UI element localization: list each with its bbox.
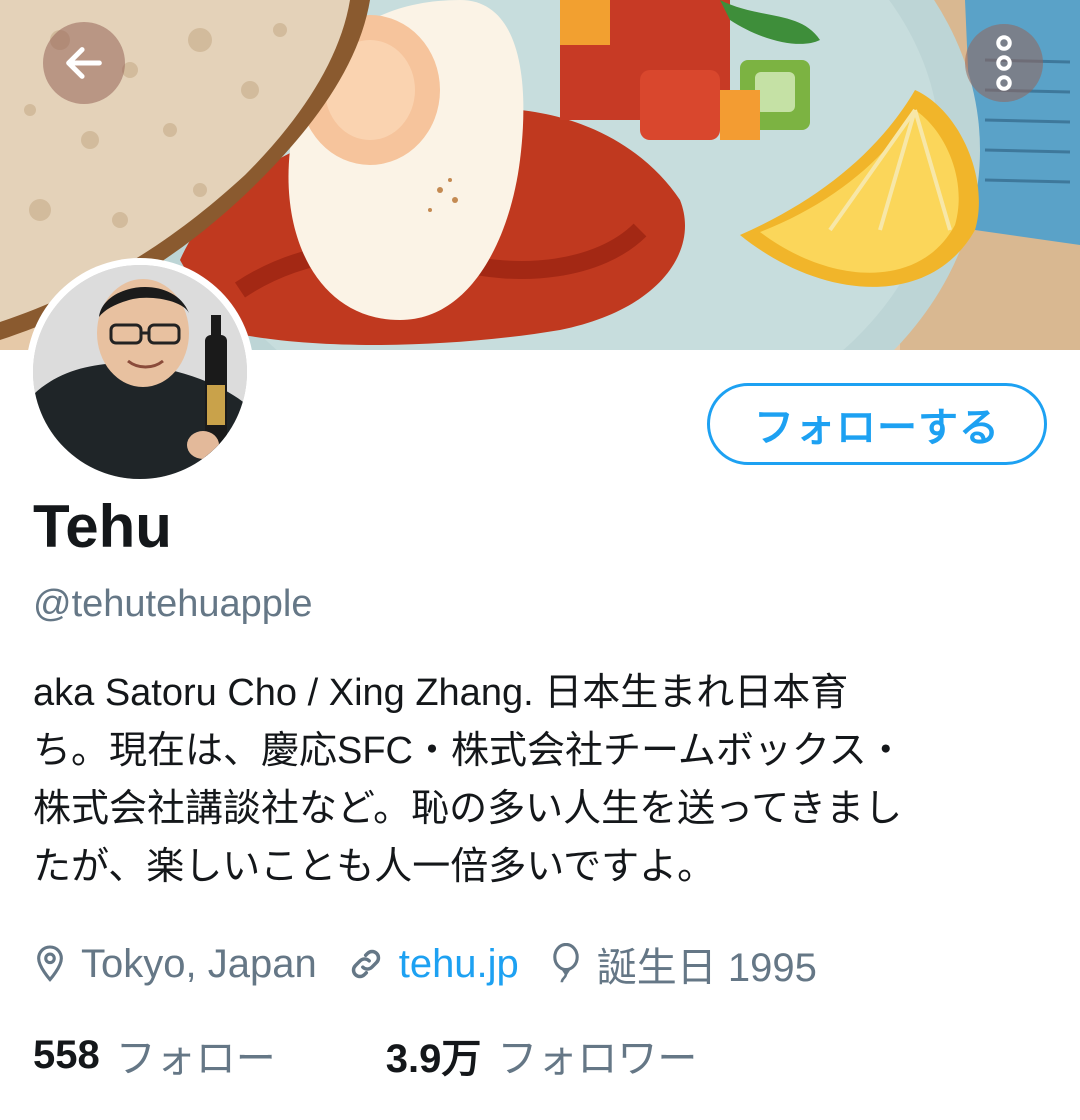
avatar[interactable] bbox=[26, 258, 254, 486]
birthday-text: 誕生日 1995 bbox=[596, 946, 817, 990]
profile-stats: 558 フォロー 3.9万 フォロワー bbox=[33, 1027, 697, 1083]
link-icon bbox=[347, 945, 385, 983]
location-item: Tokyo, Japan bbox=[33, 942, 317, 987]
bio-line: 株式会社講談社など。恥の多い人生を送ってきまし bbox=[33, 788, 903, 830]
website-item[interactable]: tehu.jp bbox=[347, 942, 519, 987]
followers-label: フォロワー bbox=[497, 1037, 698, 1081]
more-options-button[interactable] bbox=[965, 24, 1043, 102]
bio-line: たが、楽しいことも人一倍多いですよ。 bbox=[33, 846, 716, 888]
bio-line: ち。現在は、慶応SFC・株式会社チームボックス・ bbox=[33, 730, 905, 772]
following-label: フォロー bbox=[115, 1037, 276, 1081]
birthday-item: 誕生日 1995 bbox=[549, 935, 817, 993]
more-vertical-icon bbox=[996, 35, 1012, 91]
profile-bio: aka Satoru Cho / Xing Zhang. 日本生まれ日本育 ち。… bbox=[33, 664, 1053, 896]
followers-count: 3.9万 bbox=[385, 1037, 482, 1081]
back-button[interactable] bbox=[43, 22, 125, 104]
bio-line: aka Satoru Cho / Xing Zhang. 日本生まれ日本育 bbox=[33, 672, 849, 714]
location-text: Tokyo, Japan bbox=[81, 941, 317, 986]
username-handle: @tehutehuapple bbox=[33, 583, 313, 625]
arrow-left-icon bbox=[66, 47, 102, 79]
followers-link[interactable]: 3.9万 フォロワー bbox=[386, 1026, 698, 1084]
website-link[interactable]: tehu.jp bbox=[399, 942, 519, 987]
following-count: 558 bbox=[33, 1032, 100, 1077]
map-pin-icon bbox=[33, 944, 67, 984]
following-link[interactable]: 558 フォロー bbox=[33, 1026, 276, 1084]
profile-meta: Tokyo, Japan tehu.jp 誕生日 1995 bbox=[33, 936, 847, 992]
avatar-image bbox=[33, 265, 247, 479]
balloon-icon bbox=[549, 943, 583, 985]
display-name: Tehu bbox=[33, 493, 172, 560]
follow-button[interactable]: フォローする bbox=[707, 383, 1047, 465]
